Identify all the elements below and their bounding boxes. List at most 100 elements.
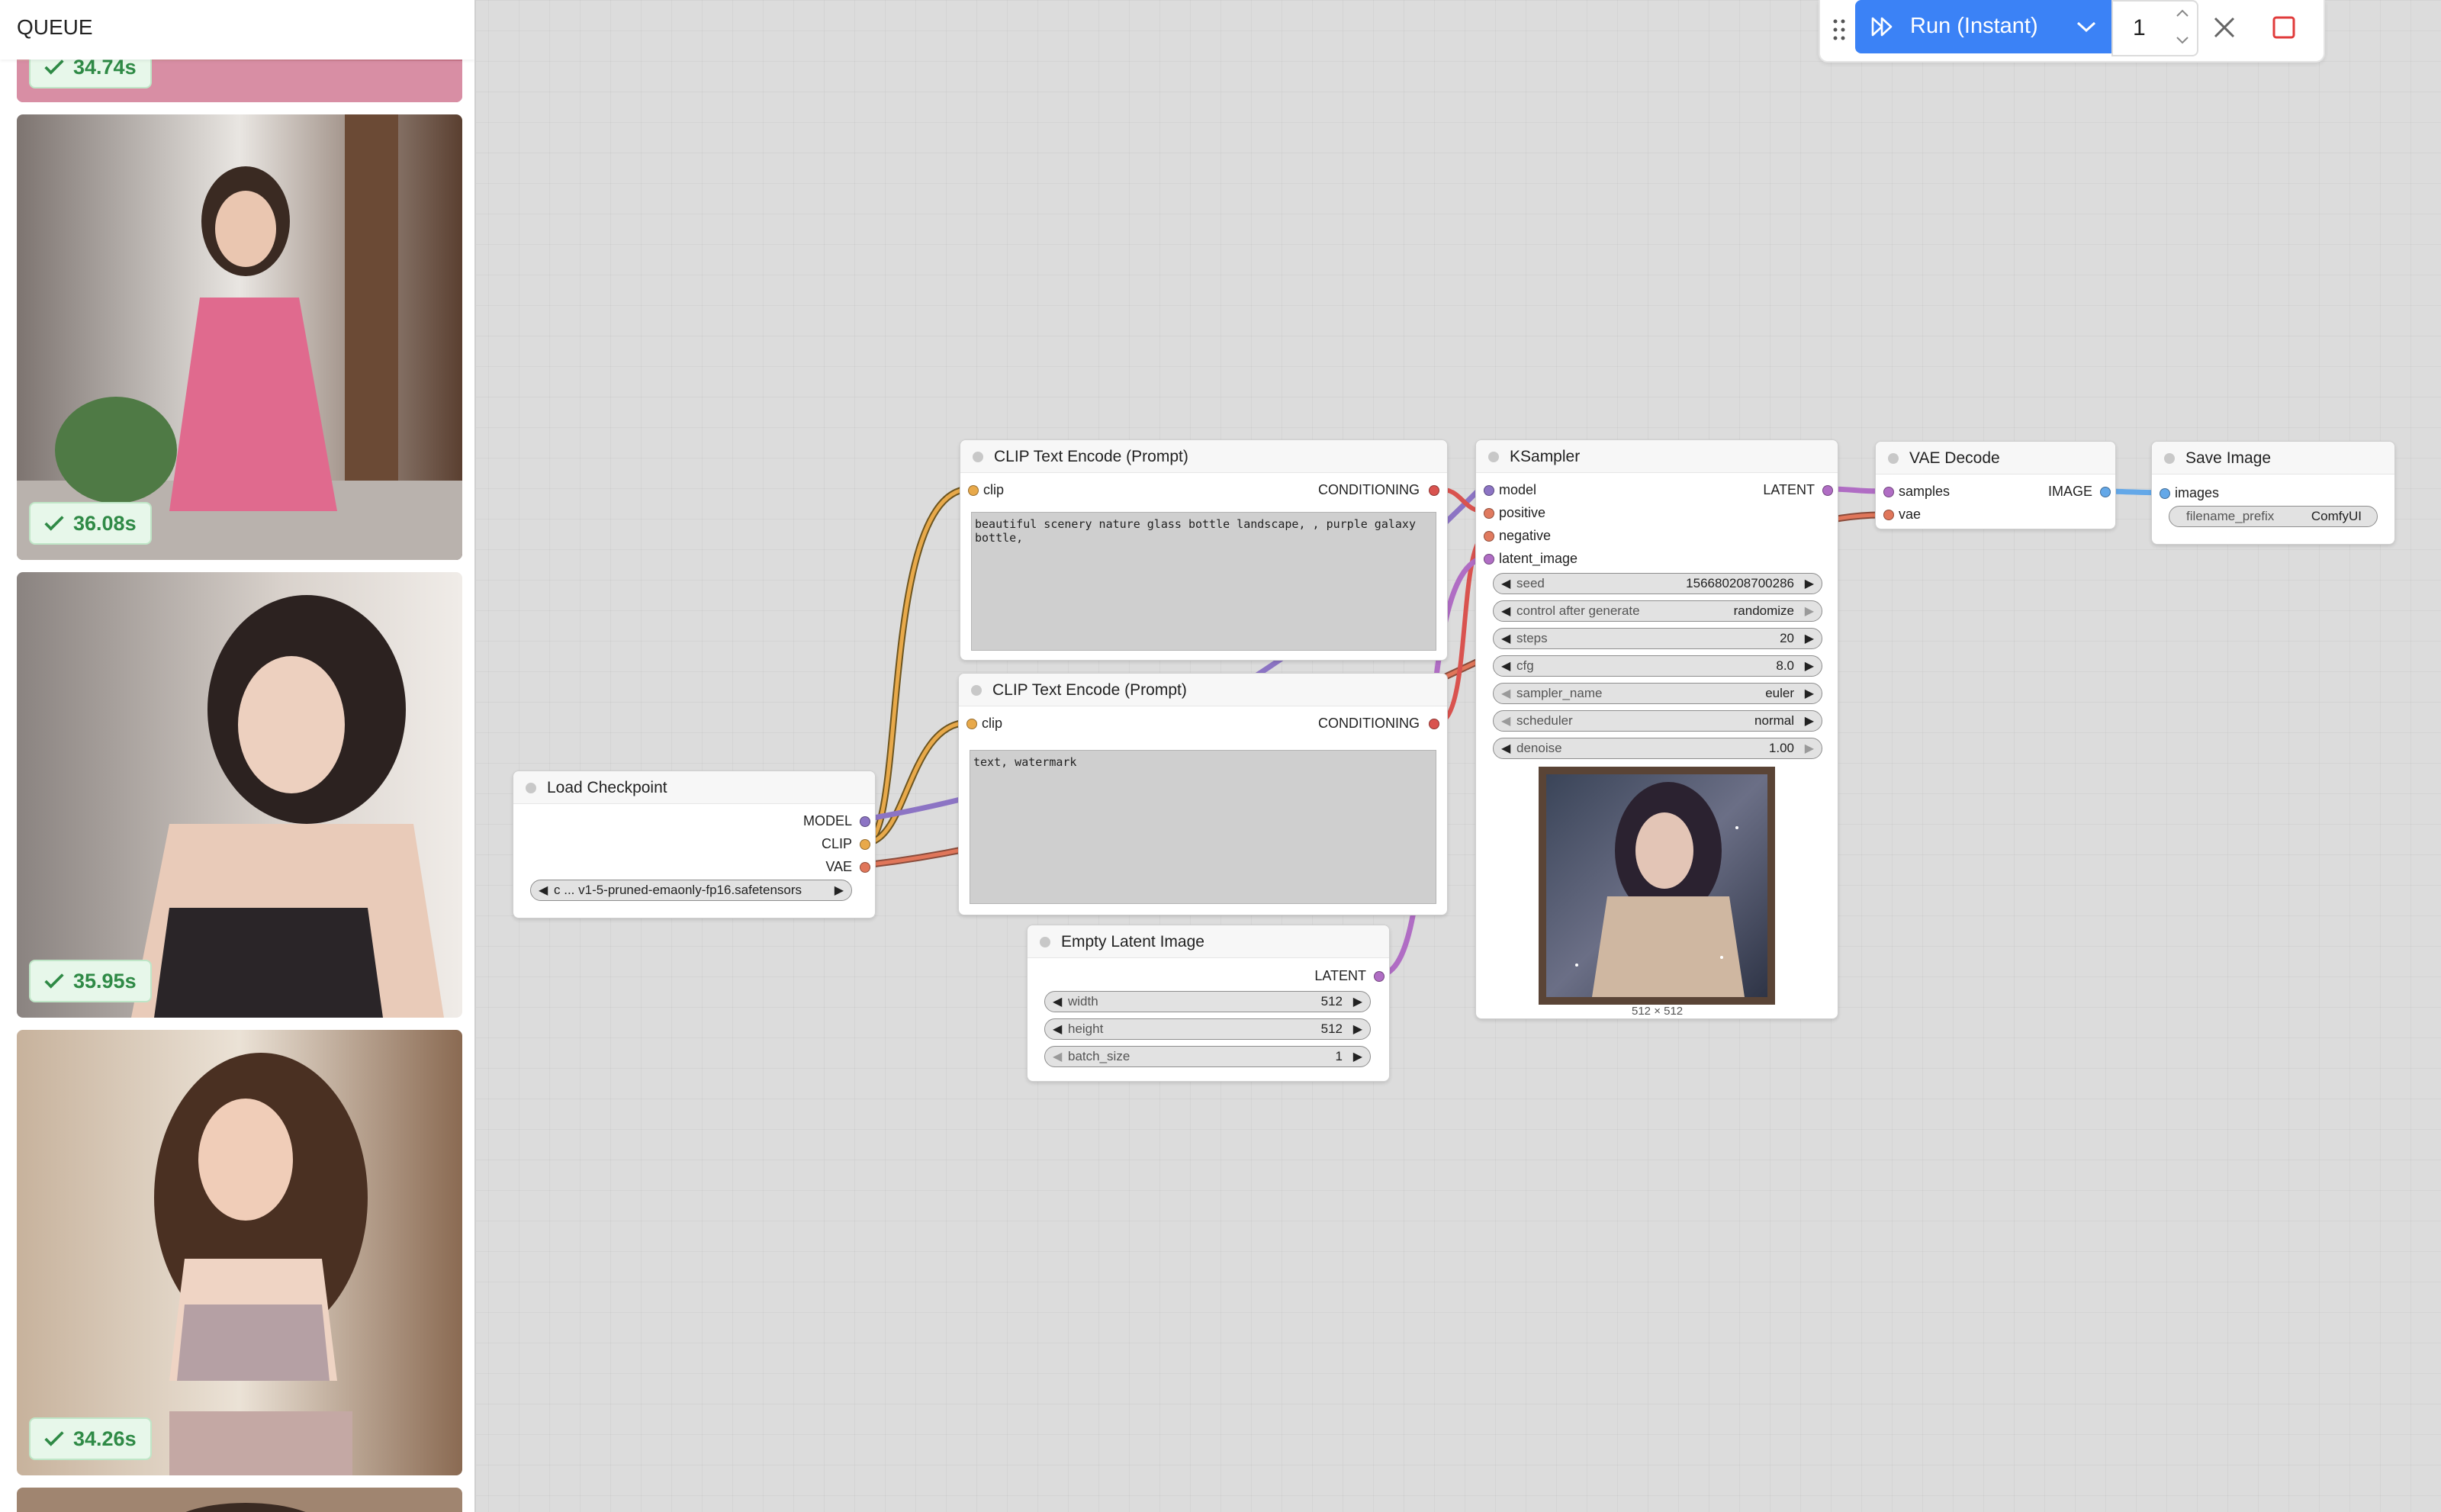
input-slot-model[interactable]: [1484, 485, 1494, 496]
input-slot-clip[interactable]: [968, 485, 979, 496]
node-ksampler[interactable]: KSampler model positive negative latent_…: [1475, 439, 1838, 1019]
left-arrow-icon[interactable]: ◀: [1501, 658, 1510, 674]
node-clip-text-encode-negative[interactable]: CLIP Text Encode (Prompt) clip CONDITION…: [958, 673, 1448, 915]
right-arrow-icon[interactable]: ▶: [1805, 686, 1814, 701]
widget-scheduler[interactable]: ◀ scheduler normal ▶: [1493, 710, 1822, 732]
input-slot-clip[interactable]: [966, 719, 977, 729]
left-arrow-icon[interactable]: ◀: [1501, 576, 1510, 591]
slot-label: LATENT: [1763, 482, 1815, 497]
output-slot-latent[interactable]: [1822, 485, 1833, 496]
output-slot-conditioning[interactable]: [1429, 485, 1439, 496]
queue-thumbnail: [17, 1488, 462, 1512]
run-mode-dropdown[interactable]: [2061, 0, 2111, 53]
drag-handle-icon[interactable]: [1831, 17, 1848, 43]
slot-label: clip: [983, 482, 1005, 497]
widget-control-after-generate[interactable]: ◀ control after generate randomize ▶: [1493, 600, 1822, 622]
widget-batch-size[interactable]: ◀ batch_size 1 ▶: [1044, 1046, 1371, 1067]
right-arrow-icon[interactable]: ▶: [1353, 1049, 1362, 1064]
widget-height[interactable]: ◀ height 512 ▶: [1044, 1018, 1371, 1040]
input-slot-vae[interactable]: [1883, 510, 1894, 520]
output-slot-model[interactable]: [860, 816, 870, 827]
left-arrow-icon[interactable]: ◀: [1053, 1049, 1062, 1064]
prompt-textarea[interactable]: text, watermark: [970, 750, 1436, 904]
node-header[interactable]: CLIP Text Encode (Prompt): [959, 674, 1447, 706]
slot-label: clip: [982, 716, 1003, 731]
preview-image[interactable]: [1539, 767, 1775, 1005]
output-slot-latent[interactable]: [1374, 971, 1385, 982]
right-arrow-icon[interactable]: ▶: [1805, 741, 1814, 756]
duration-badge: 34.26s: [29, 1417, 152, 1460]
run-button[interactable]: Run (Instant): [1855, 0, 2111, 53]
play-forward-icon: [1871, 17, 1893, 37]
check-icon: [44, 973, 64, 989]
cancel-icon[interactable]: [2211, 14, 2238, 41]
widget-width[interactable]: ◀ width 512 ▶: [1044, 991, 1371, 1012]
input-slot-images[interactable]: [2160, 488, 2170, 499]
left-arrow-icon[interactable]: ◀: [1501, 713, 1510, 729]
ckpt-name-combo[interactable]: ◀ c ... v1-5-pruned-emaonly-fp16.safeten…: [530, 880, 852, 901]
right-arrow-icon[interactable]: ▶: [1805, 603, 1814, 619]
input-slot-negative[interactable]: [1484, 531, 1494, 542]
node-header[interactable]: Save Image: [2152, 442, 2394, 475]
decrement-chevron-icon[interactable]: [2174, 32, 2191, 47]
left-arrow-icon[interactable]: ◀: [1501, 686, 1510, 701]
right-arrow-icon[interactable]: ▶: [1805, 576, 1814, 591]
output-slot-image[interactable]: [2100, 487, 2111, 497]
collapse-dot[interactable]: [1488, 452, 1499, 462]
queue-item[interactable]: 35.95s: [17, 572, 462, 1018]
widget-sampler-name[interactable]: ◀ sampler_name euler ▶: [1493, 683, 1822, 704]
left-arrow-icon[interactable]: ◀: [1501, 741, 1510, 756]
collapse-dot[interactable]: [973, 452, 983, 462]
node-header[interactable]: VAE Decode: [1876, 442, 2115, 475]
left-arrow-icon[interactable]: ◀: [1053, 994, 1062, 1009]
right-arrow-icon[interactable]: ▶: [1353, 994, 1362, 1009]
input-slot-positive[interactable]: [1484, 508, 1494, 519]
collapse-dot[interactable]: [2164, 453, 2175, 464]
queue-item[interactable]: 34.26s: [17, 1030, 462, 1475]
widget-steps[interactable]: ◀ steps 20 ▶: [1493, 628, 1822, 649]
node-header[interactable]: KSampler: [1476, 440, 1838, 473]
node-title: CLIP Text Encode (Prompt): [994, 448, 1188, 465]
widget-label: steps: [1516, 631, 1548, 645]
stop-icon[interactable]: [2270, 14, 2298, 41]
collapse-dot[interactable]: [1040, 937, 1050, 947]
widget-label: height: [1068, 1021, 1104, 1036]
slot-label: MODEL: [802, 813, 852, 828]
node-empty-latent-image[interactable]: Empty Latent Image LATENT ◀ width 512 ▶ …: [1027, 925, 1390, 1082]
node-header[interactable]: CLIP Text Encode (Prompt): [960, 440, 1447, 473]
left-arrow-icon[interactable]: ◀: [539, 883, 548, 898]
output-slot-vae[interactable]: [860, 862, 870, 873]
output-slot-conditioning[interactable]: [1429, 719, 1439, 729]
right-arrow-icon[interactable]: ▶: [1805, 631, 1814, 646]
node-clip-text-encode-positive[interactable]: CLIP Text Encode (Prompt) clip CONDITION…: [960, 439, 1448, 661]
widget-denoise[interactable]: ◀ denoise 1.00 ▶: [1493, 738, 1822, 759]
widget-filename-prefix[interactable]: filename_prefix ComfyUI: [2169, 506, 2378, 527]
widget-seed[interactable]: ◀ seed 156680208700286 ▶: [1493, 573, 1822, 594]
increment-chevron-icon[interactable]: [2174, 6, 2191, 21]
slot-label: model: [1499, 482, 1537, 497]
node-header[interactable]: Empty Latent Image: [1028, 925, 1389, 958]
input-slot-latent-image[interactable]: [1484, 554, 1494, 565]
node-header[interactable]: Load Checkpoint: [513, 771, 875, 804]
queue-item[interactable]: 36.08s: [17, 114, 462, 560]
prompt-textarea[interactable]: beautiful scenery nature glass bottle la…: [971, 512, 1436, 651]
node-load-checkpoint[interactable]: Load Checkpoint MODEL CLIP VAE ◀ c ... v…: [513, 770, 876, 918]
slot-label: CONDITIONING: [1318, 716, 1420, 731]
queue-item[interactable]: [17, 1488, 462, 1512]
collapse-dot[interactable]: [971, 685, 982, 696]
right-arrow-icon[interactable]: ▶: [1805, 658, 1814, 674]
right-arrow-icon[interactable]: ▶: [1353, 1021, 1362, 1037]
collapse-dot[interactable]: [526, 783, 536, 793]
input-slot-samples[interactable]: [1883, 487, 1894, 497]
node-save-image[interactable]: Save Image images filename_prefix ComfyU…: [2151, 441, 2395, 545]
output-slot-clip[interactable]: [860, 839, 870, 850]
batch-count-input[interactable]: 1: [2111, 0, 2198, 56]
left-arrow-icon[interactable]: ◀: [1501, 603, 1510, 619]
right-arrow-icon[interactable]: ▶: [1805, 713, 1814, 729]
left-arrow-icon[interactable]: ◀: [1053, 1021, 1062, 1037]
widget-cfg[interactable]: ◀ cfg 8.0 ▶: [1493, 655, 1822, 677]
node-vae-decode[interactable]: VAE Decode samples vae IMAGE: [1875, 441, 2116, 529]
left-arrow-icon[interactable]: ◀: [1501, 631, 1510, 646]
right-arrow-icon[interactable]: ▶: [835, 883, 844, 898]
collapse-dot[interactable]: [1888, 453, 1899, 464]
